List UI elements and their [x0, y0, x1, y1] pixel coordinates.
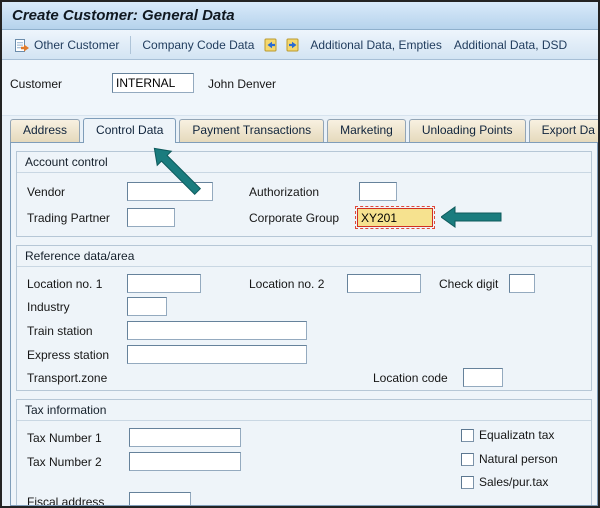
- industry-label: Industry: [27, 300, 70, 314]
- other-customer-label: Other Customer: [34, 38, 119, 52]
- fiscal-address-label: Fiscal address: [27, 495, 104, 506]
- transport-zone-label: Transport.zone: [27, 371, 107, 385]
- tab-export-data[interactable]: Export Da: [529, 119, 598, 142]
- authorization-label: Authorization: [249, 185, 319, 199]
- location1-input[interactable]: [127, 274, 201, 293]
- tax-number2-input[interactable]: [129, 452, 241, 471]
- customer-header-area: Customer John Denver: [2, 60, 598, 116]
- tab-marketing[interactable]: Marketing: [327, 119, 406, 142]
- account-control-title: Account control: [17, 152, 591, 173]
- sales-pur-tax-label: Sales/pur.tax: [479, 475, 548, 489]
- page-title: Create Customer: General Data: [12, 7, 235, 24]
- authorization-input[interactable]: [359, 182, 397, 201]
- account-control-groupbox: Account control Vendor Authorization Tra…: [16, 151, 592, 237]
- customer-label: Customer: [10, 77, 62, 91]
- natural-person-label: Natural person: [479, 452, 558, 466]
- company-code-data-label: Company Code Data: [142, 38, 254, 52]
- reference-data-title: Reference data/area: [17, 246, 591, 267]
- tab-control-data[interactable]: Control Data: [83, 118, 176, 143]
- location-code-label: Location code: [373, 371, 448, 385]
- sap-window: Create Customer: General Data Other Cust…: [0, 0, 600, 508]
- industry-input[interactable]: [127, 297, 167, 316]
- toolbar-separator: [130, 36, 131, 54]
- sales-pur-tax-checkbox-box: [461, 476, 474, 489]
- corporate-group-label: Corporate Group: [249, 211, 339, 225]
- train-station-input[interactable]: [127, 321, 307, 340]
- train-station-label: Train station: [27, 324, 93, 338]
- header-divider: [2, 115, 598, 116]
- check-digit-input[interactable]: [509, 274, 535, 293]
- natural-person-checkbox-box: [461, 453, 474, 466]
- reference-data-groupbox: Reference data/area Location no. 1 Locat…: [16, 245, 592, 391]
- location1-label: Location no. 1: [27, 277, 102, 291]
- express-station-label: Express station: [27, 348, 109, 362]
- company-code-data-button[interactable]: Company Code Data: [136, 35, 260, 55]
- additional-data-dsd-button[interactable]: Additional Data, DSD: [448, 35, 573, 55]
- tab-unloading-points[interactable]: Unloading Points: [409, 119, 526, 142]
- tax-information-groupbox: Tax information Tax Number 1 Tax Number …: [16, 399, 592, 506]
- natural-person-checkbox[interactable]: Natural person: [461, 452, 558, 466]
- fiscal-address-input[interactable]: [129, 492, 191, 506]
- customer-name-text: John Denver: [208, 77, 276, 91]
- document-arrow-down-button[interactable]: [282, 34, 304, 56]
- vendor-label: Vendor: [27, 185, 65, 199]
- tax-number1-label: Tax Number 1: [27, 431, 102, 445]
- document-arrow-up-button[interactable]: [260, 34, 282, 56]
- control-data-panel: Account control Vendor Authorization Tra…: [10, 142, 598, 506]
- additional-data-empties-label: Additional Data, Empties: [310, 38, 441, 52]
- title-bar: Create Customer: General Data: [2, 2, 598, 30]
- corporate-group-input[interactable]: [357, 208, 433, 227]
- other-customer-button[interactable]: Other Customer: [8, 34, 125, 56]
- location2-input[interactable]: [347, 274, 421, 293]
- location-code-input[interactable]: [463, 368, 503, 387]
- equalizatn-tax-checkbox[interactable]: Equalizatn tax: [461, 428, 554, 442]
- application-toolbar: Other Customer Company Code Data Ad: [2, 30, 598, 60]
- equalizatn-tax-label: Equalizatn tax: [479, 428, 554, 442]
- tab-strip: Address Control Data Payment Transaction…: [10, 118, 598, 143]
- additional-data-dsd-label: Additional Data, DSD: [454, 38, 567, 52]
- tax-number1-input[interactable]: [129, 428, 241, 447]
- trading-partner-input[interactable]: [127, 208, 175, 227]
- document-arrow-up-icon: [263, 37, 279, 53]
- tax-number2-label: Tax Number 2: [27, 455, 102, 469]
- vendor-input[interactable]: [127, 182, 213, 201]
- annotation-arrow-corporate-group: [441, 206, 503, 233]
- equalizatn-tax-checkbox-box: [461, 429, 474, 442]
- tab-address[interactable]: Address: [10, 119, 80, 142]
- trading-partner-label: Trading Partner: [27, 211, 110, 225]
- check-digit-label: Check digit: [439, 277, 498, 291]
- tax-information-title: Tax information: [17, 400, 591, 421]
- tab-payment-transactions[interactable]: Payment Transactions: [179, 119, 324, 142]
- location2-label: Location no. 2: [249, 277, 324, 291]
- other-customer-icon: [14, 37, 30, 53]
- sales-pur-tax-checkbox[interactable]: Sales/pur.tax: [461, 475, 548, 489]
- additional-data-empties-button[interactable]: Additional Data, Empties: [304, 35, 447, 55]
- express-station-input[interactable]: [127, 345, 307, 364]
- customer-input[interactable]: [112, 73, 194, 93]
- document-arrow-down-icon: [285, 37, 301, 53]
